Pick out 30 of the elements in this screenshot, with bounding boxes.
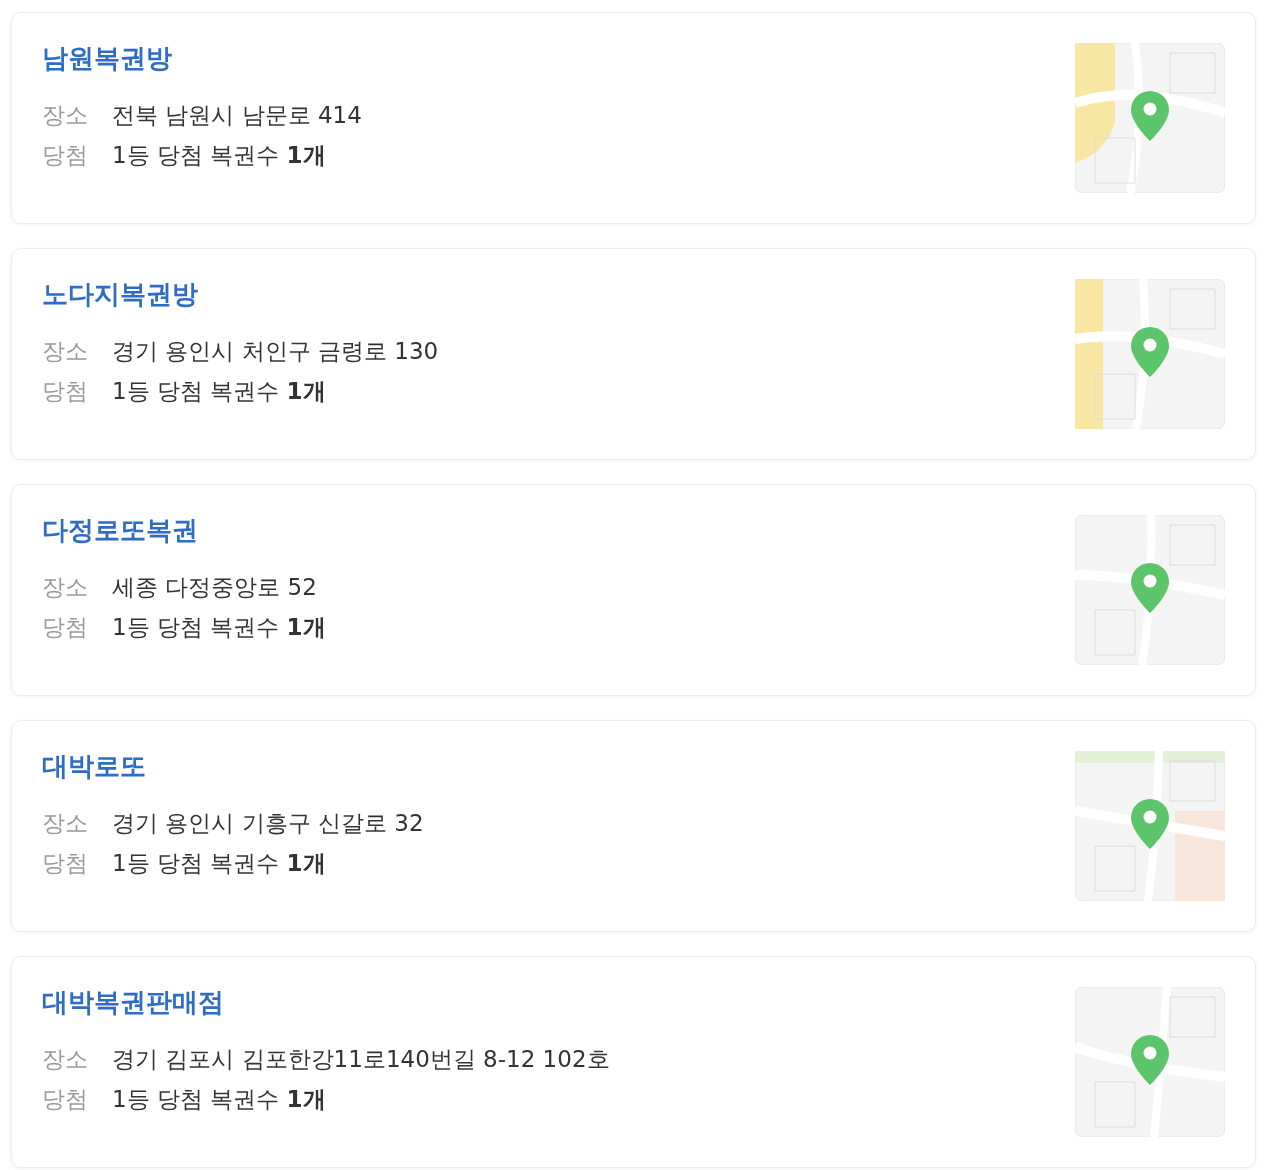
store-name-link[interactable]: 다정로또복권 <box>42 515 198 545</box>
store-name-link[interactable]: 대박로또 <box>42 751 146 781</box>
store-name-link[interactable]: 대박복권판매점 <box>42 987 224 1017</box>
map-pin-icon <box>1131 327 1169 377</box>
field-label: 장소 <box>42 336 89 366</box>
field-value: 1등 당첨 복권수 1개 <box>112 140 326 170</box>
field-label: 당첨 <box>42 848 89 878</box>
field-label: 장소 <box>42 808 89 838</box>
field-label: 장소 <box>42 572 89 602</box>
field-label: 장소 <box>42 1044 89 1074</box>
field-value: 1등 당첨 복권수 1개 <box>112 848 326 878</box>
field-value: 1등 당첨 복권수 1개 <box>112 376 326 406</box>
store-name-link[interactable]: 남원복권방 <box>42 43 172 73</box>
field-label: 당첨 <box>42 376 89 406</box>
field-label: 당첨 <box>42 1084 89 1114</box>
field-label: 장소 <box>42 100 89 130</box>
field-value: 경기 용인시 기흥구 신갈로 32 <box>112 808 424 838</box>
field-label: 당첨 <box>42 612 89 642</box>
field-value: 전북 남원시 남문로 414 <box>112 100 362 130</box>
field-value: 1등 당첨 복권수 1개 <box>112 612 326 642</box>
map-pin-icon <box>1131 799 1169 849</box>
field-label: 당첨 <box>42 140 89 170</box>
field-value: 1등 당첨 복권수 1개 <box>112 1084 326 1114</box>
field-value: 경기 용인시 처인구 금령로 130 <box>112 336 439 366</box>
field-value: 세종 다정중앙로 52 <box>112 572 317 602</box>
map-pin-icon <box>1131 1035 1169 1085</box>
map-pin-icon <box>1131 563 1169 613</box>
store-name-link[interactable]: 노다지복권방 <box>42 279 198 309</box>
map-pin-icon <box>1131 91 1169 141</box>
field-value: 경기 김포시 김포한강11로140번길 8-12 102호 <box>112 1044 610 1074</box>
